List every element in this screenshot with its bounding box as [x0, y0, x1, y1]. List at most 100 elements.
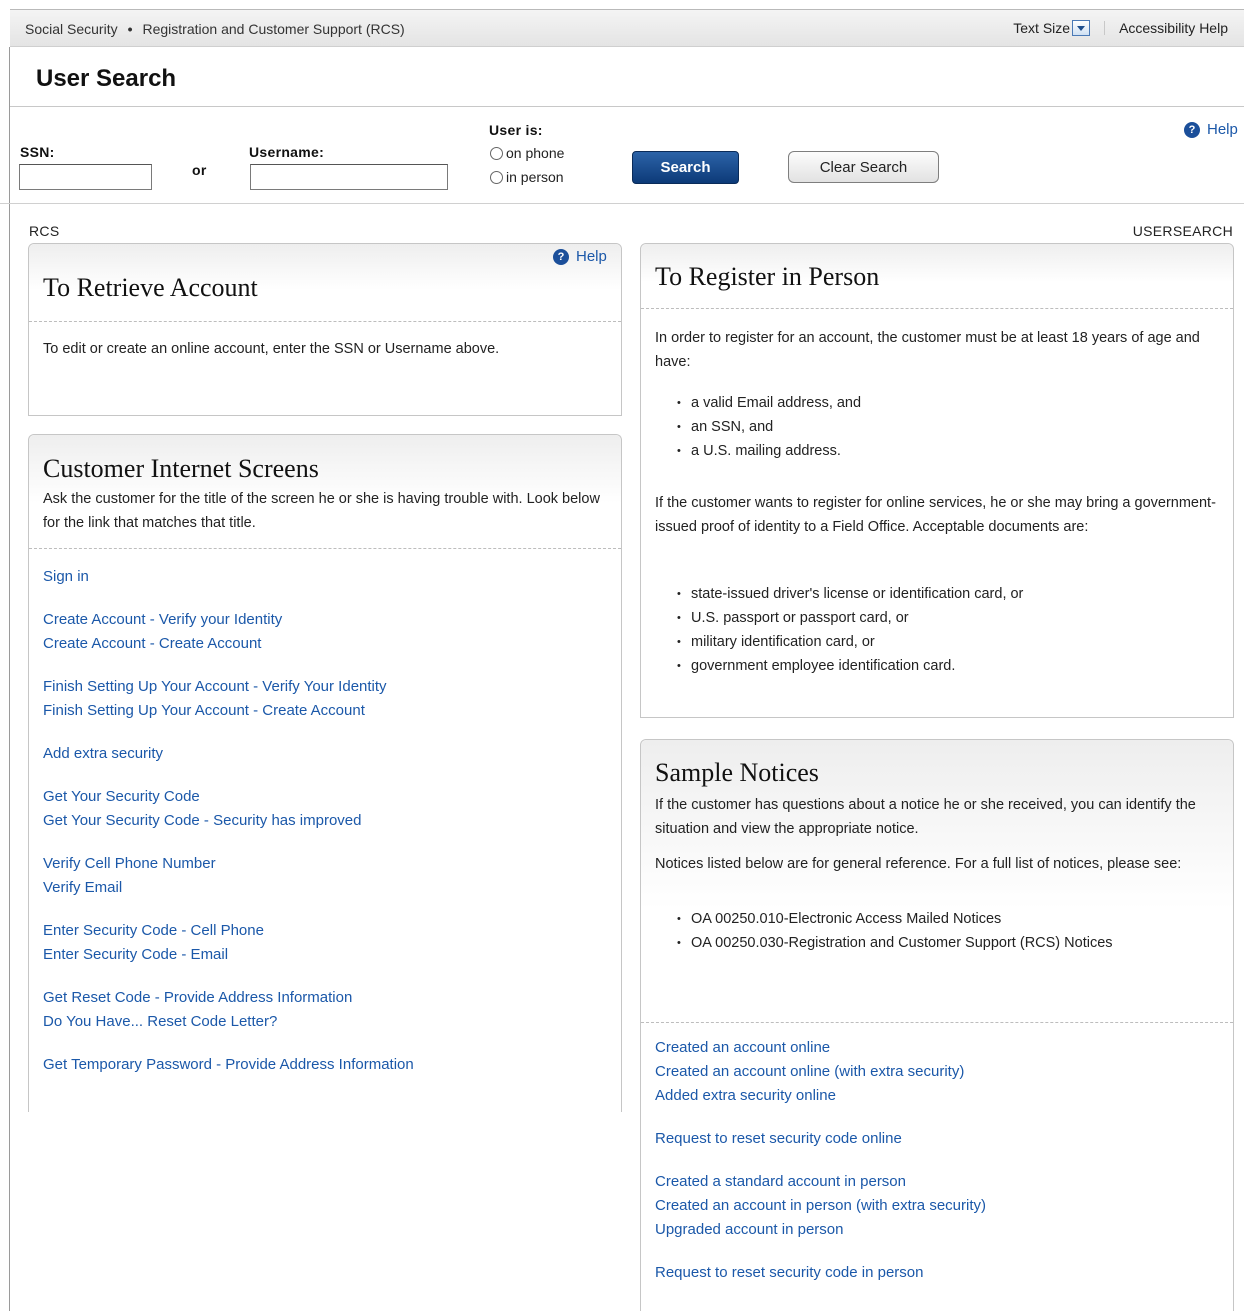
link-created-an-account-online[interactable]: Created an account online: [655, 1036, 986, 1060]
requirements-list: a valid Email address, andan SSN, anda U…: [677, 391, 861, 463]
radio-circle-icon[interactable]: [490, 146, 503, 160]
link-group-spacer: [655, 1151, 986, 1170]
link-verify-cell-phone-number[interactable]: Verify Cell Phone Number: [43, 852, 414, 876]
help-icon: ?: [553, 248, 569, 265]
link-finish-setting-up-your-account-create-account[interactable]: Finish Setting Up Your Account - Create …: [43, 699, 414, 723]
link-group-spacer: [43, 1034, 414, 1053]
ssn-label: SSN:: [20, 144, 55, 160]
panel-divider: [641, 308, 1233, 309]
retrieve-help-link[interactable]: ? Help: [553, 248, 607, 265]
register-in-person-panel: To Register in Person In order to regist…: [640, 243, 1234, 718]
notices-title: Sample Notices: [655, 758, 819, 787]
link-group-spacer: [655, 1108, 986, 1127]
link-request-to-reset-security-code-in-person[interactable]: Request to reset security code in person: [655, 1261, 986, 1285]
radio-in-person[interactable]: in person: [490, 169, 564, 185]
link-verify-email[interactable]: Verify Email: [43, 876, 414, 900]
notice-reference-item: OA 00250.010-Electronic Access Mailed No…: [677, 907, 1167, 931]
customer-screens-text: Ask the customer for the title of the sc…: [43, 491, 600, 531]
breadcrumb: Social Security • Registration and Custome…: [25, 21, 405, 37]
link-group-spacer: [655, 1242, 986, 1261]
retrieve-help-label: Help: [576, 248, 607, 265]
panel-divider: [29, 321, 621, 322]
divider: [1104, 21, 1106, 35]
link-do-you-have-reset-code-letter[interactable]: Do You Have... Reset Code Letter?: [43, 1010, 414, 1034]
link-group-spacer: [43, 723, 414, 742]
breadcrumb-separator: •: [127, 21, 133, 37]
link-request-to-reset-security-code-online[interactable]: Request to reset security code online: [655, 1127, 986, 1151]
retrieve-account-title: To Retrieve Account: [43, 273, 258, 302]
customer-screens-link-list: Sign in Create Account - Verify your Iden…: [43, 565, 414, 1077]
panel-divider: [641, 1022, 1233, 1023]
link-create-account-create-account[interactable]: Create Account - Create Account: [43, 632, 414, 656]
search-help-link[interactable]: ? Help: [1184, 121, 1238, 138]
document-item: military identification card, or: [677, 630, 1023, 654]
notices-link-list: Created an account online Created an acco…: [655, 1036, 986, 1285]
user-search-form: SSN: or Username: User is: on phone in p…: [0, 108, 1244, 204]
link-group-spacer: [43, 900, 414, 919]
breadcrumb-social-security[interactable]: Social Security: [25, 21, 118, 37]
document-item: U.S. passport or passport card, or: [677, 606, 1023, 630]
page-left-border: [9, 47, 10, 1311]
retrieve-account-text: To edit or create an online account, ent…: [43, 341, 500, 357]
link-created-a-standard-account-in-person[interactable]: Created a standard account in person: [655, 1170, 986, 1194]
search-button[interactable]: Search: [632, 151, 739, 184]
text-size-dropdown-icon[interactable]: [1072, 20, 1091, 36]
requirement-item: an SSN, and: [677, 415, 861, 439]
link-group-spacer: [43, 967, 414, 986]
panel-divider: [29, 548, 621, 549]
link-group-spacer: [43, 766, 414, 785]
top-nav-bar: Social Security • Registration and Custome…: [10, 9, 1244, 47]
clear-search-button[interactable]: Clear Search: [788, 151, 939, 183]
link-get-your-security-code-security-has-improved[interactable]: Get Your Security Code - Security has im…: [43, 809, 414, 833]
text-size-label: Text Size: [1013, 20, 1071, 36]
or-label: or: [192, 162, 207, 178]
accessibility-help-link[interactable]: Accessibility Help: [1119, 20, 1228, 36]
help-icon: ?: [1184, 121, 1200, 138]
radio-on-phone[interactable]: on phone: [490, 145, 564, 161]
link-get-temporary-password-provide-address-information[interactable]: Get Temporary Password - Provide Address…: [43, 1053, 414, 1077]
requirement-item: a U.S. mailing address.: [677, 439, 861, 463]
sample-notices-panel: Sample Notices If the customer has quest…: [640, 739, 1234, 1311]
link-upgraded-account-in-person[interactable]: Upgraded account in person: [655, 1218, 986, 1242]
title-bar: User Search: [10, 47, 1244, 107]
ssn-input[interactable]: [19, 164, 152, 190]
notices-para2: Notices listed below are for general ref…: [655, 856, 1182, 872]
link-created-an-account-in-person-with-extra-security[interactable]: Created an account in person (with extra…: [655, 1194, 986, 1218]
link-get-your-security-code[interactable]: Get Your Security Code: [43, 785, 414, 809]
customer-internet-screens-panel: Customer Internet Screens Ask the custom…: [28, 434, 622, 1112]
page-title: User Search: [36, 65, 177, 92]
link-group-spacer: [43, 833, 414, 852]
username-input[interactable]: [250, 164, 448, 190]
retrieve-account-panel: ? Help To Retrieve Account To edit or cr…: [28, 243, 622, 416]
link-finish-setting-up-your-account-verify-your-identity[interactable]: Finish Setting Up Your Account - Verify …: [43, 675, 414, 699]
rcs-label: RCS: [29, 223, 60, 239]
register-para2: If the customer wants to register for on…: [655, 495, 1216, 535]
link-created-an-account-online-with-extra-security[interactable]: Created an account online (with extra se…: [655, 1060, 986, 1084]
radio-in-person-label: in person: [506, 169, 564, 185]
link-group-spacer: [43, 656, 414, 675]
search-help-label: Help: [1207, 121, 1238, 138]
link-added-extra-security-online[interactable]: Added extra security online: [655, 1084, 986, 1108]
link-sign-in[interactable]: Sign in: [43, 565, 414, 589]
link-enter-security-code-email[interactable]: Enter Security Code - Email: [43, 943, 414, 967]
notice-references-list: OA 00250.010-Electronic Access Mailed No…: [677, 907, 1167, 955]
notice-reference-item: OA 00250.030-Registration and Customer S…: [677, 931, 1167, 955]
document-item: state-issued driver's license or identif…: [677, 582, 1023, 606]
link-add-extra-security[interactable]: Add extra security: [43, 742, 414, 766]
link-create-account-verify-your-identity[interactable]: Create Account - Verify your Identity: [43, 608, 414, 632]
customer-screens-title: Customer Internet Screens: [43, 454, 319, 483]
notices-intro: If the customer has questions about a no…: [655, 797, 1196, 837]
documents-list: state-issued driver's license or identif…: [677, 582, 1023, 678]
usersearch-label: USERSEARCH: [1132, 223, 1233, 239]
user-is-label: User is:: [489, 122, 543, 138]
link-group-spacer: [43, 589, 414, 608]
link-get-reset-code-provide-address-information[interactable]: Get Reset Code - Provide Address Informa…: [43, 986, 414, 1010]
requirement-item: a valid Email address, and: [677, 391, 861, 415]
register-title: To Register in Person: [655, 262, 880, 291]
radio-circle-icon[interactable]: [490, 170, 503, 184]
breadcrumb-rcs[interactable]: Registration and Customer Support (RCS): [143, 21, 405, 37]
username-label: Username:: [249, 144, 325, 160]
document-item: government employee identification card.: [677, 654, 1023, 678]
radio-on-phone-label: on phone: [506, 145, 565, 161]
link-enter-security-code-cell-phone[interactable]: Enter Security Code - Cell Phone: [43, 919, 414, 943]
